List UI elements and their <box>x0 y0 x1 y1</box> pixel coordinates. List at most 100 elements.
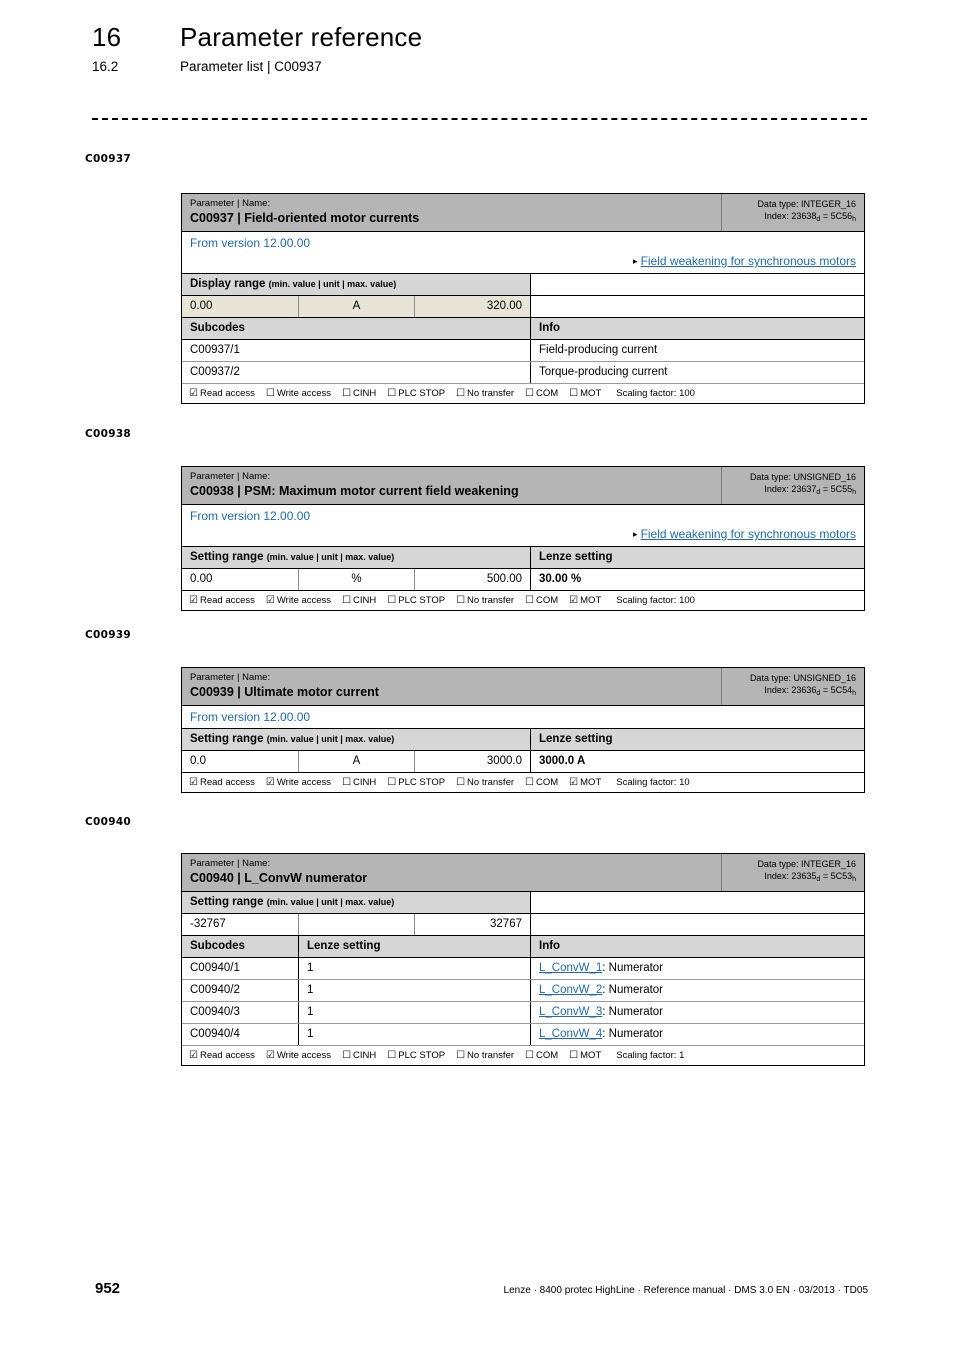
scaling-factor-value: 1 <box>679 1050 685 1061</box>
datatype-value: INTEGER_16 <box>800 859 856 869</box>
scaling-factor-value: 100 <box>679 388 695 399</box>
access-write: ☑ Write access <box>265 777 332 788</box>
lenze-setting-header: Lenze setting <box>530 729 864 750</box>
xref-link[interactable]: Field weakening for synchronous motors <box>641 254 856 268</box>
checkbox-read-icon: ☑ <box>189 388 198 399</box>
access-no-transfer: ☐ No transfer <box>456 388 515 399</box>
subcodes-header-label: Subcodes <box>190 322 245 334</box>
subcode-lenze-setting: 1 <box>298 980 530 1001</box>
checkbox-cinh-icon: ☐ <box>342 1050 352 1061</box>
scaling-factor: Scaling factor: 100 <box>616 388 695 399</box>
range-note: (min. value | unit | max. value) <box>268 279 397 289</box>
access-write: ☑ Write access <box>265 595 332 606</box>
index-line: Index: 23636d = 5C54h <box>764 685 856 697</box>
table-row: C00940/3 1 L_ConvW_3: Numerator <box>182 1002 864 1024</box>
parameter-datatype-index: Data type: INTEGER_16 Index: 23635d = 5C… <box>722 854 864 891</box>
subcode-info-text: : Numerator <box>602 1028 664 1040</box>
range-header-cell: Display range (min. value | unit | max. … <box>182 274 530 295</box>
checkbox-no-transfer-icon: ☐ <box>456 777 466 788</box>
access-no-transfer: ☐ No transfer <box>456 595 515 606</box>
access-plc-stop: ☐ PLC STOP <box>387 777 446 788</box>
version-and-xref-band: From version 12.00.00 ▸ Field weakening f… <box>182 505 864 547</box>
datatype-line: Data type: UNSIGNED_16 <box>749 472 856 482</box>
lenze-setting-header: Lenze setting <box>298 936 530 957</box>
range-header-blank <box>530 274 864 295</box>
range-header-cell: Setting range (min. value | unit | max. … <box>182 892 530 913</box>
range-max-value: 32767 <box>414 914 530 935</box>
subcode-code: C00937/2 <box>190 366 240 378</box>
page-header: 16 Parameter reference 16.2 Parameter li… <box>92 22 872 74</box>
access-com: ☐ COM <box>525 777 559 788</box>
from-version-text: From version 12.00.00 <box>190 710 311 724</box>
access-mot: ☐ MOT <box>569 1050 602 1061</box>
chapter-number: 16 <box>92 22 122 52</box>
range-max-value: 3000.0 <box>414 751 530 772</box>
datatype-line: Data type: INTEGER_16 <box>757 859 856 869</box>
subcode-info-link[interactable]: L_ConvW_1 <box>539 962 602 974</box>
parameter-table-c00938: Parameter | Name: C00938 | PSM: Maximum … <box>181 466 865 611</box>
parameter-name-caption: Parameter | Name: <box>190 858 271 869</box>
datatype-value: UNSIGNED_16 <box>793 472 856 482</box>
subcode-info-link[interactable]: L_ConvW_4 <box>539 1028 602 1040</box>
info-header-label: Info <box>530 318 864 339</box>
checkbox-plc-stop-icon: ☐ <box>387 777 397 788</box>
datatype-value: UNSIGNED_16 <box>793 673 856 683</box>
checkbox-read-icon: ☑ <box>189 595 198 606</box>
version-and-xref-band: From version 12.00.00 ▸ Field weakening f… <box>182 232 864 274</box>
scaling-factor-value: 100 <box>679 595 695 606</box>
version-band: From version 12.00.00 <box>182 706 864 729</box>
checkbox-cinh-icon: ☐ <box>342 777 352 788</box>
parameter-title-left: Parameter | Name: C00938 | PSM: Maximum … <box>182 467 722 504</box>
table-row: C00940/2 1 L_ConvW_2: Numerator <box>182 980 864 1002</box>
range-kind-label: Setting range <box>190 733 264 745</box>
subcode-code: C00937/1 <box>190 344 240 356</box>
subcode-info: L_ConvW_3: Numerator <box>530 1002 864 1023</box>
access-flags-row: ☑ Read access ☐ Write access ☐ CINH ☐ PLC STOP ☐… <box>182 384 864 403</box>
range-max-value: 500.00 <box>414 569 530 590</box>
parameter-title: C00939 | Ultimate motor current <box>190 685 379 699</box>
access-cinh: ☐ CINH <box>342 777 377 788</box>
index-hex: 5C53 <box>830 871 853 881</box>
checkbox-plc-stop-icon: ☐ <box>387 1050 397 1061</box>
subcode-lenze-setting: 1 <box>298 1024 530 1045</box>
info-header-label: Info <box>530 936 864 957</box>
lenze-setting-value: 3000.0 A <box>530 751 864 772</box>
subcode-info-link[interactable]: L_ConvW_3 <box>539 1006 602 1018</box>
range-unit-value <box>298 914 414 935</box>
checkbox-cinh-icon: ☐ <box>342 595 352 606</box>
access-write: ☑ Write access <box>265 1050 332 1061</box>
range-note: (min. value | unit | max. value) <box>266 897 395 907</box>
parameter-title: C00938 | PSM: Maximum motor current fiel… <box>190 484 519 498</box>
access-plc-stop: ☐ PLC STOP <box>387 1050 446 1061</box>
page-number: 952 <box>95 1280 121 1297</box>
datatype-value: INTEGER_16 <box>800 199 856 209</box>
subcode-lenze-setting: 1 <box>298 958 530 979</box>
range-header-row: Setting range (min. value | unit | max. … <box>182 892 864 914</box>
xref-line: ▸ Field weakening for synchronous motors <box>190 526 856 543</box>
index-dec: 23636 <box>791 685 817 695</box>
header-divider-rule <box>92 118 867 120</box>
chapter-heading-row: 16 Parameter reference <box>92 22 872 53</box>
lenze-setting-value <box>530 914 864 935</box>
checkbox-plc-stop-icon: ☐ <box>387 388 397 399</box>
access-mot: ☑ MOT <box>569 595 602 606</box>
subcode-info: L_ConvW_2: Numerator <box>530 980 864 1001</box>
xref-line: ▸ Field weakening for synchronous motors <box>190 253 856 270</box>
subcodes-header-label: Subcodes <box>190 940 245 952</box>
xref-link[interactable]: Field weakening for synchronous motors <box>641 527 856 541</box>
section-title: Parameter list | C00937 <box>180 59 322 74</box>
range-kind-label: Setting range <box>190 551 264 563</box>
parameter-title-band: Parameter | Name: C00938 | PSM: Maximum … <box>182 467 864 505</box>
subcode-info: Torque-producing current <box>530 362 864 383</box>
from-version-text: From version 12.00.00 <box>190 509 311 523</box>
scaling-factor: Scaling factor: 10 <box>616 777 690 788</box>
section-number: 16.2 <box>92 59 119 74</box>
range-min-value: 0.0 <box>190 755 206 767</box>
parameter-name-caption: Parameter | Name: <box>190 672 271 683</box>
access-read: ☑ Read access <box>189 1050 255 1061</box>
datatype-line: Data type: INTEGER_16 <box>757 199 856 209</box>
access-mot: ☑ MOT <box>569 777 602 788</box>
access-read: ☑ Read access <box>189 388 255 399</box>
access-read: ☑ Read access <box>189 595 255 606</box>
subcode-info-link[interactable]: L_ConvW_2 <box>539 984 602 996</box>
